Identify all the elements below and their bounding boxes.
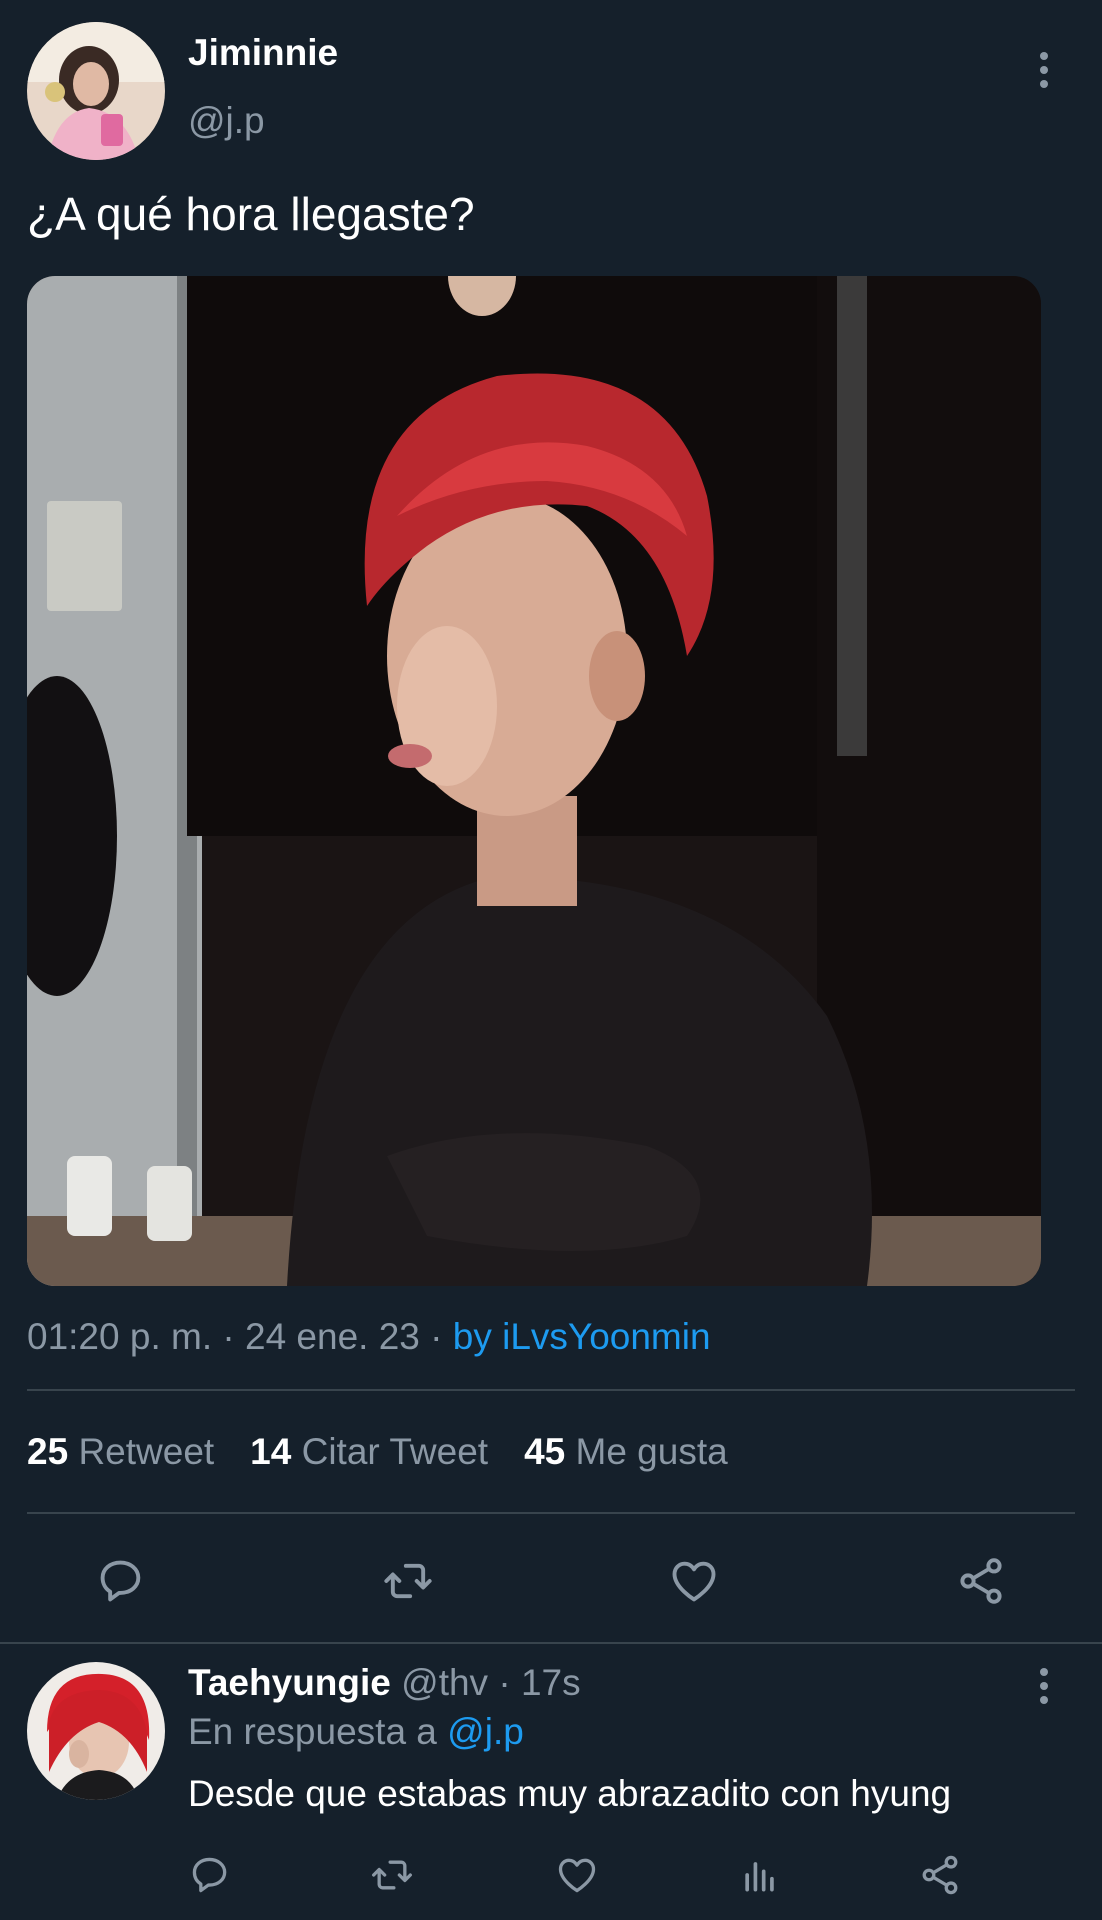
tweet-stats: 25 Retweet 14 Citar Tweet 45 Me gusta [27,1429,728,1475]
reply-share-icon[interactable] [918,1853,962,1897]
reply-like-icon[interactable] [554,1853,600,1897]
tweet-image[interactable] [27,276,1041,1286]
reply-text: Desde que estabas muy abrazadito con hyu… [188,1773,952,1814]
retweet-stat[interactable]: 25 Retweet [27,1429,214,1475]
reply-author-handle[interactable]: @thv · 17s [401,1662,580,1703]
like-icon[interactable] [667,1555,721,1607]
reply-author-line: Taehyungie @thv · 17s [188,1660,581,1706]
reply-more-options-icon[interactable] [1040,1668,1048,1704]
reply-icon[interactable] [95,1555,147,1607]
reply-reply-icon[interactable] [188,1853,232,1897]
retweet-icon[interactable] [380,1555,436,1607]
divider [27,1389,1075,1391]
author-avatar[interactable] [27,22,165,160]
reply-analytics-icon[interactable] [738,1853,782,1897]
tweet-timestamp[interactable]: 01:20 p. m. · 24 ene. 23 · [27,1316,453,1357]
share-icon[interactable] [954,1555,1008,1607]
reply-author-name[interactable]: Taehyungie [188,1662,391,1703]
divider [27,1512,1075,1514]
more-options-icon[interactable] [1040,52,1048,88]
tweet-source-link[interactable]: by iLvsYoonmin [453,1316,711,1357]
quote-tweet-stat[interactable]: 14 Citar Tweet [250,1429,488,1475]
divider [0,1642,1102,1644]
tweet-text: ¿A qué hora llegaste? [27,188,475,240]
author-handle[interactable]: @j.p [188,98,265,144]
like-stat[interactable]: 45 Me gusta [524,1429,728,1475]
author-name[interactable]: Jiminnie [188,30,338,76]
tweet-meta: 01:20 p. m. · 24 ene. 23 · by iLvsYoonmi… [27,1314,711,1360]
reply-author-avatar[interactable] [27,1662,165,1800]
in-reply-to: En respuesta a @j.p [188,1711,524,1752]
in-reply-to-link[interactable]: @j.p [447,1711,524,1752]
reply-retweet-icon[interactable] [368,1853,416,1897]
